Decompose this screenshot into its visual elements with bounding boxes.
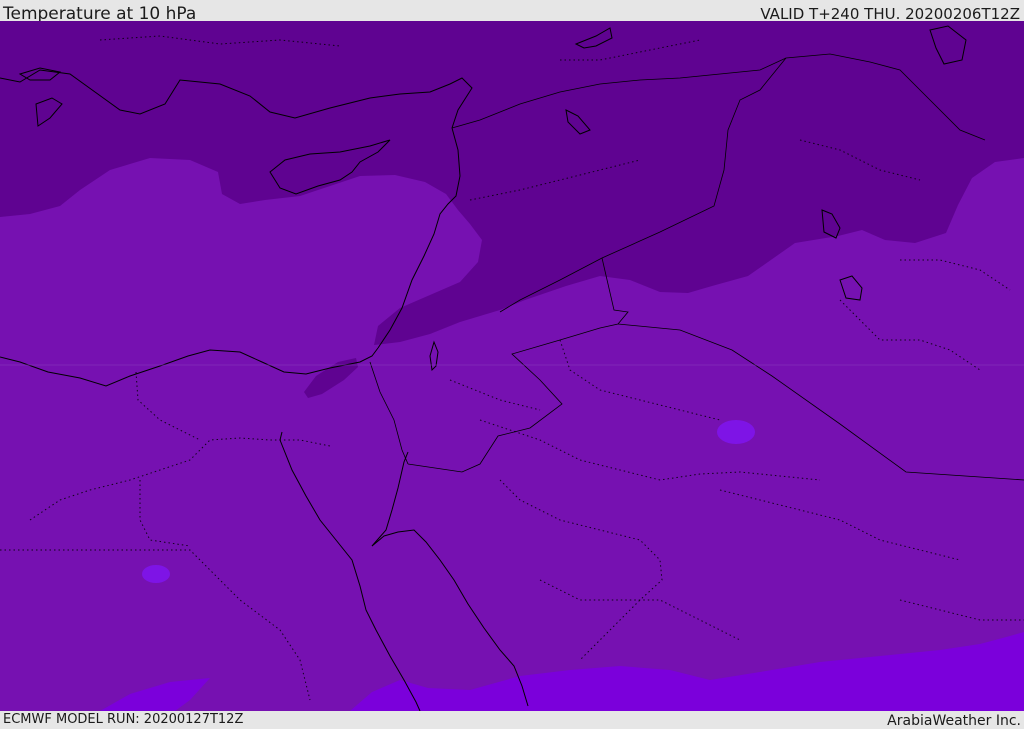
band-warm-blob-egypt — [142, 565, 170, 583]
temperature-map — [0, 21, 1024, 711]
weather-map-frame: Temperature at 10 hPa VALID T+240 THU. 2… — [0, 0, 1024, 729]
provider-label: ArabiaWeather Inc. — [887, 713, 1021, 729]
band-warm-blob-arabia — [717, 420, 755, 444]
model-run-label: ECMWF MODEL RUN: 20200127T12Z — [3, 712, 244, 727]
